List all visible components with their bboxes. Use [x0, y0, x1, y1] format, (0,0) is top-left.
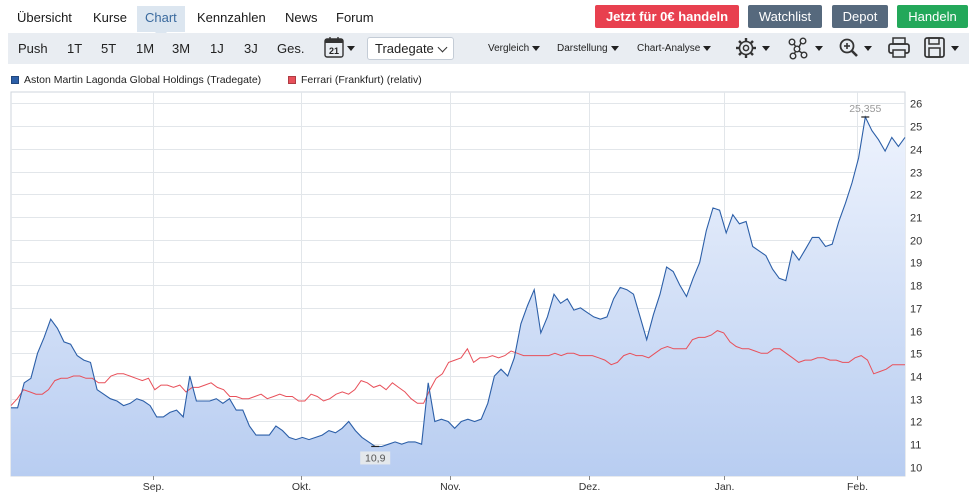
zoom-icon — [839, 38, 872, 57]
min-value-label: 10,9 — [365, 452, 386, 464]
y-tick-label: 26 — [910, 99, 922, 111]
y-tick-label: 16 — [910, 327, 922, 339]
caret-down-icon — [610, 45, 619, 51]
print-icon — [888, 37, 910, 58]
chart-toolbar: Push 1T 5T 1M 3M 1J 3J Ges. 21 Tradegate… — [8, 33, 969, 64]
save-button[interactable] — [924, 36, 966, 60]
tab-forum[interactable]: Forum — [328, 6, 382, 32]
min-value-badge — [360, 451, 391, 465]
calendar-icon: 21 — [324, 37, 355, 58]
y-tick-label: 23 — [910, 168, 922, 180]
exchange-select[interactable]: Tradegate — [367, 37, 454, 60]
y-tick-label: 20 — [910, 236, 922, 248]
y-tick-label: 11 — [910, 440, 921, 452]
tab-uebersicht[interactable]: Übersicht — [9, 6, 80, 32]
legend-item-ferrari[interactable]: Ferrari (Frankfurt) (relativ) — [288, 74, 422, 86]
period-push[interactable]: Push — [18, 33, 48, 64]
period-3j[interactable]: 3J — [244, 33, 258, 64]
period-ges[interactable]: Ges. — [277, 33, 304, 64]
save-icon — [924, 37, 959, 58]
y-tick-label: 17 — [910, 304, 922, 316]
period-1j[interactable]: 1J — [210, 33, 224, 64]
tab-chart[interactable]: Chart — [137, 6, 185, 38]
chevron-down-icon — [437, 42, 448, 53]
legend-swatch-aston — [11, 76, 19, 84]
settings-button[interactable] — [735, 36, 773, 60]
depot-button[interactable]: Depot — [832, 5, 888, 28]
x-tick-label: Nov. — [440, 481, 461, 493]
period-1m[interactable]: 1M — [136, 33, 154, 64]
caret-down-icon — [703, 45, 712, 51]
tab-kurse[interactable]: Kurse — [85, 6, 135, 32]
zoom-button[interactable] — [838, 36, 876, 60]
series-line-aston — [11, 115, 906, 448]
y-tick-label: 21 — [910, 213, 922, 225]
x-tick-label: Feb. — [847, 481, 868, 493]
y-tick-label: 19 — [910, 258, 922, 270]
menu-darstellung-label: Darstellung — [557, 43, 608, 54]
exchange-select-value: Tradegate — [375, 41, 434, 56]
period-3m[interactable]: 3M — [172, 33, 190, 64]
period-1t[interactable]: 1T — [67, 33, 82, 64]
gear-icon — [736, 38, 770, 58]
top-navigation: Übersicht Kurse Chart Kennzahlen News Fo… — [0, 0, 973, 38]
y-tick-label: 24 — [910, 145, 922, 157]
menu-darstellung[interactable]: Darstellung — [557, 33, 619, 64]
menu-chart-analyse-label: Chart-Analyse — [637, 43, 701, 54]
max-value-label: 25,355 — [849, 103, 881, 115]
series-line-ferrari — [10, 330, 905, 406]
legend-swatch-ferrari — [288, 76, 296, 84]
menu-vergleich[interactable]: Vergleich — [488, 33, 541, 64]
print-button[interactable] — [888, 36, 912, 60]
y-tick-label: 18 — [910, 281, 922, 293]
calendar-button[interactable]: 21 — [324, 36, 358, 60]
menu-chart-analyse[interactable]: Chart-Analyse — [637, 33, 712, 64]
indicators-icon — [788, 37, 823, 60]
trade-free-button[interactable]: Jetzt für 0€ handeln — [595, 5, 739, 28]
menu-vergleich-label: Vergleich — [488, 43, 530, 54]
legend-label-aston: Aston Martin Lagonda Global Holdings (Tr… — [24, 74, 262, 86]
y-tick-label: 25 — [910, 122, 922, 134]
legend-label-ferrari: Ferrari (Frankfurt) (relativ) — [301, 74, 422, 86]
plot-area — [10, 91, 906, 477]
y-tick-label: 10 — [910, 463, 922, 475]
calendar-day: 21 — [329, 46, 339, 56]
tab-kennzahlen[interactable]: Kennzahlen — [189, 6, 274, 32]
y-tick-label: 12 — [910, 417, 922, 429]
handeln-button[interactable]: Handeln — [897, 5, 968, 28]
indicators-button[interactable] — [788, 36, 826, 60]
watchlist-button[interactable]: Watchlist — [748, 5, 822, 28]
legend-item-aston[interactable]: Aston Martin Lagonda Global Holdings (Tr… — [11, 74, 261, 86]
y-tick-label: 14 — [910, 372, 922, 384]
y-tick-label: 22 — [910, 190, 922, 202]
series-area-aston — [11, 117, 905, 476]
y-tick-label: 15 — [910, 349, 922, 361]
x-tick-label: Jan. — [715, 481, 735, 493]
caret-down-icon — [532, 45, 541, 51]
y-tick-label: 13 — [910, 395, 922, 407]
period-5t[interactable]: 5T — [101, 33, 116, 64]
x-tick-label: Sep. — [143, 481, 165, 493]
x-tick-label: Okt. — [292, 481, 311, 493]
x-tick-label: Dez. — [579, 481, 601, 493]
tab-news[interactable]: News — [277, 6, 326, 32]
